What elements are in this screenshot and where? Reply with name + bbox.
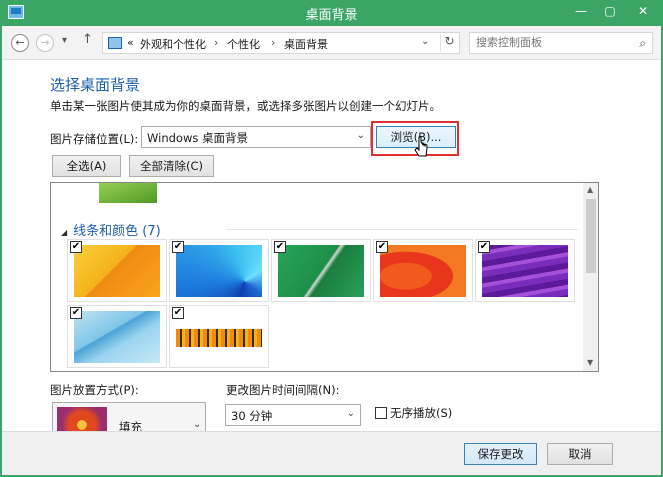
wallpaper-thumbnail[interactable]: ✔ [271, 239, 371, 302]
breadcrumb-separator: › [271, 36, 276, 49]
location-value: Windows 桌面背景 [147, 131, 248, 145]
chevron-down-icon: ⌄ [356, 130, 365, 141]
wallpaper-image-red-orange-shapes [380, 245, 466, 297]
navigation-bar: ← → ▾ ↑ « 外观和个性化 › 个性化 › 桌面背景 ⌄ ↻ ⌕ [2, 26, 661, 60]
wallpaper-image-orange-bars [176, 311, 262, 363]
shuffle-label: 无序播放(S) [390, 406, 453, 420]
breadcrumb-desktop-background[interactable]: 桌面背景 [284, 36, 328, 52]
interval-select[interactable]: 30 分钟 ⌄ [225, 404, 361, 426]
interval-value: 30 分钟 [231, 409, 273, 423]
wallpaper-image-purple-waves [482, 245, 568, 297]
control-panel-icon [108, 37, 122, 49]
up-button[interactable]: ↑ [82, 32, 93, 47]
checkbox-box[interactable] [375, 407, 387, 419]
window-title: 桌面背景 [305, 8, 358, 23]
position-label: 图片放置方式(P): [50, 383, 139, 397]
mouse-cursor-icon [414, 136, 428, 157]
wallpaper-image-light-blue-lines [74, 311, 160, 363]
desktop-background-window: 桌面背景 — ▢ ✕ ← → ▾ ↑ « 外观和个性化 › 个性化 › 桌面背景… [0, 0, 663, 477]
group-title: 线条和颜色 (7) [73, 224, 161, 239]
minimize-button[interactable]: — [567, 0, 595, 22]
collapse-icon[interactable]: ◢ [61, 228, 67, 237]
select-all-button[interactable]: 全选(A) [52, 155, 121, 177]
search-icon[interactable]: ⌕ [639, 36, 646, 51]
client-area: ← → ▾ ↑ « 外观和个性化 › 个性化 › 桌面背景 ⌄ ↻ ⌕ 选择桌面… [2, 26, 661, 475]
wallpaper-thumbnail[interactable]: ✔ [169, 305, 269, 368]
gallery-scrollbar[interactable]: ▲ ▼ [583, 183, 598, 371]
thumbnail-checkbox[interactable]: ✔ [274, 241, 286, 253]
recent-locations-icon[interactable]: ▾ [62, 35, 67, 46]
thumbnail-checkbox[interactable]: ✔ [70, 241, 82, 253]
search-input[interactable] [476, 36, 626, 49]
scroll-down-icon[interactable]: ▼ [587, 358, 593, 367]
address-bar[interactable]: « 外观和个性化 › 个性化 › 桌面背景 ⌄ ↻ [102, 32, 460, 54]
thumbnail-checkbox[interactable]: ✔ [376, 241, 388, 253]
wallpaper-thumbnail[interactable]: ✔ [475, 239, 575, 302]
clear-all-button[interactable]: 全部清除(C) [129, 155, 214, 177]
forward-button[interactable]: → [36, 34, 54, 52]
refresh-icon[interactable]: ↻ [440, 34, 458, 52]
chevron-down-icon: ⌄ [193, 419, 202, 430]
page-title: 选择桌面背景 [50, 76, 141, 94]
save-changes-button[interactable]: 保存更改 [464, 443, 537, 465]
wallpaper-thumbnail[interactable]: ✔ [67, 305, 167, 368]
title-bar: 桌面背景 — ▢ ✕ [0, 0, 663, 26]
cancel-button[interactable]: 取消 [547, 443, 613, 465]
wallpaper-image-blue-fan [176, 245, 262, 297]
scrollbar-thumb[interactable] [586, 199, 596, 273]
thumbnail-checkbox[interactable]: ✔ [172, 307, 184, 319]
maximize-button[interactable]: ▢ [596, 0, 624, 22]
group-header[interactable]: ◢ 线条和颜色 (7) [61, 220, 161, 239]
location-select[interactable]: Windows 桌面背景 ⌄ [141, 126, 371, 148]
search-box[interactable]: ⌕ [469, 32, 653, 54]
page-description: 单击某一张图片使其成为你的桌面背景，或选择多张图片以创建一个幻灯片。 [50, 99, 441, 113]
breadcrumb-appearance[interactable]: 外观和个性化 [140, 36, 206, 52]
close-button[interactable]: ✕ [625, 0, 661, 22]
thumbnail-checkbox[interactable]: ✔ [172, 241, 184, 253]
chevron-down-icon: ⌄ [346, 408, 355, 419]
wallpaper-thumbnail[interactable]: ✔ [169, 239, 269, 302]
location-label: 图片存储位置(L): [50, 132, 139, 146]
breadcrumb-overflow[interactable]: « [127, 36, 134, 49]
scroll-up-icon[interactable]: ▲ [587, 185, 593, 194]
shuffle-checkbox[interactable]: 无序播放(S) [375, 405, 452, 421]
address-dropdown-icon[interactable]: ⌄ [421, 36, 429, 47]
thumbnail-checkbox[interactable]: ✔ [478, 241, 490, 253]
breadcrumb-personalization[interactable]: 个性化 [227, 36, 260, 52]
thumbnail-checkbox[interactable]: ✔ [70, 307, 82, 319]
wallpaper-thumbnail[interactable]: ✔ [67, 239, 167, 302]
partial-thumbnail[interactable] [99, 183, 157, 203]
interval-label: 更改图片时间间隔(N): [226, 383, 340, 397]
wallpaper-image-green-lines [278, 245, 364, 297]
wallpaper-image-orange-lines [74, 245, 160, 297]
back-button[interactable]: ← [11, 34, 29, 52]
wallpaper-gallery[interactable]: ◢ 线条和颜色 (7) ✔ ✔ ✔ ✔ ✔ ✔ ✔ ▲ ▼ [50, 182, 599, 372]
footer-bar: 保存更改 取消 [2, 431, 661, 475]
group-divider [226, 229, 578, 230]
breadcrumb-separator: › [214, 36, 219, 49]
wallpaper-thumbnail[interactable]: ✔ [373, 239, 473, 302]
